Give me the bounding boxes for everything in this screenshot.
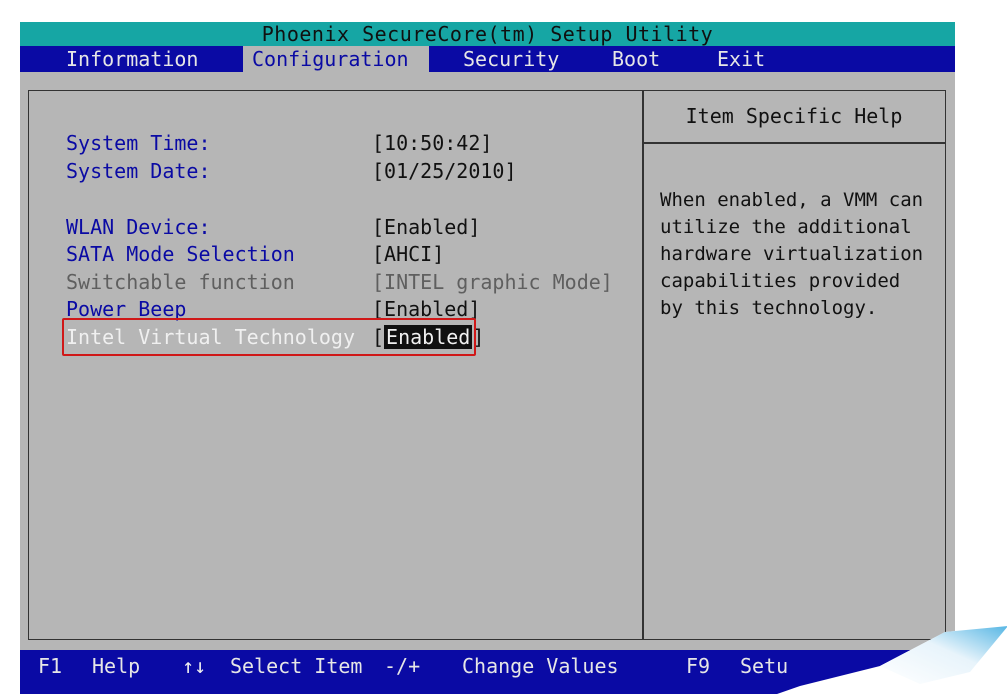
setting-value[interactable]: [10:50:42] <box>372 130 492 156</box>
setting-value[interactable]: [Enabled] <box>372 214 480 240</box>
setting-label: System Date: <box>66 159 211 183</box>
setting-switchable-function: Switchable function [INTEL graphic Mode] <box>66 269 626 295</box>
setting-label: Switchable function <box>66 270 295 294</box>
tab-exit[interactable]: Exit <box>708 46 774 72</box>
tab-configuration[interactable]: Configuration <box>243 46 429 72</box>
help-panel <box>642 90 946 640</box>
help-divider <box>644 142 946 144</box>
tab-boot[interactable]: Boot <box>603 46 669 72</box>
key-select-item-label: Select Item <box>230 654 363 678</box>
page-curl-decoration <box>760 626 1007 700</box>
key-change-values-label: Change Values <box>462 654 619 678</box>
setting-label: WLAN Device: <box>66 215 211 239</box>
bios-title: Phoenix SecureCore(tm) Setup Utility <box>20 22 955 46</box>
setting-system-date[interactable]: System Date: [01/25/2010] <box>66 158 626 184</box>
setting-value[interactable]: [AHCI] <box>372 241 444 267</box>
setting-label: SATA Mode Selection <box>66 242 295 266</box>
setting-value[interactable]: [01/25/2010] <box>372 158 517 184</box>
annotation-highlight-box <box>62 318 476 356</box>
setting-system-time[interactable]: System Time: [10:50:42] <box>66 130 626 156</box>
help-title: Item Specific Help <box>685 104 903 128</box>
tab-information[interactable]: Information <box>57 46 243 72</box>
help-text: When enabled, a VMM can utilize the addi… <box>660 189 924 319</box>
setting-label: System Time: <box>66 131 211 155</box>
setting-wlan-device[interactable]: WLAN Device: [Enabled] <box>66 214 626 240</box>
key-plus-minus: -/+ <box>384 654 421 678</box>
key-f9: F9 <box>686 654 711 678</box>
key-f1: F1 <box>38 654 63 678</box>
key-help-label: Help <box>92 654 141 678</box>
setting-value: [INTEL graphic Mode] <box>372 270 613 294</box>
bios-screen: Phoenix SecureCore(tm) Setup Utility Inf… <box>20 22 955 694</box>
up-down-arrows-icon: ↑↓ <box>182 654 207 678</box>
menu-bar: Information Configuration Security Boot … <box>20 46 955 72</box>
setting-sata-mode[interactable]: SATA Mode Selection [AHCI] <box>66 241 626 267</box>
tab-security[interactable]: Security <box>454 46 568 72</box>
